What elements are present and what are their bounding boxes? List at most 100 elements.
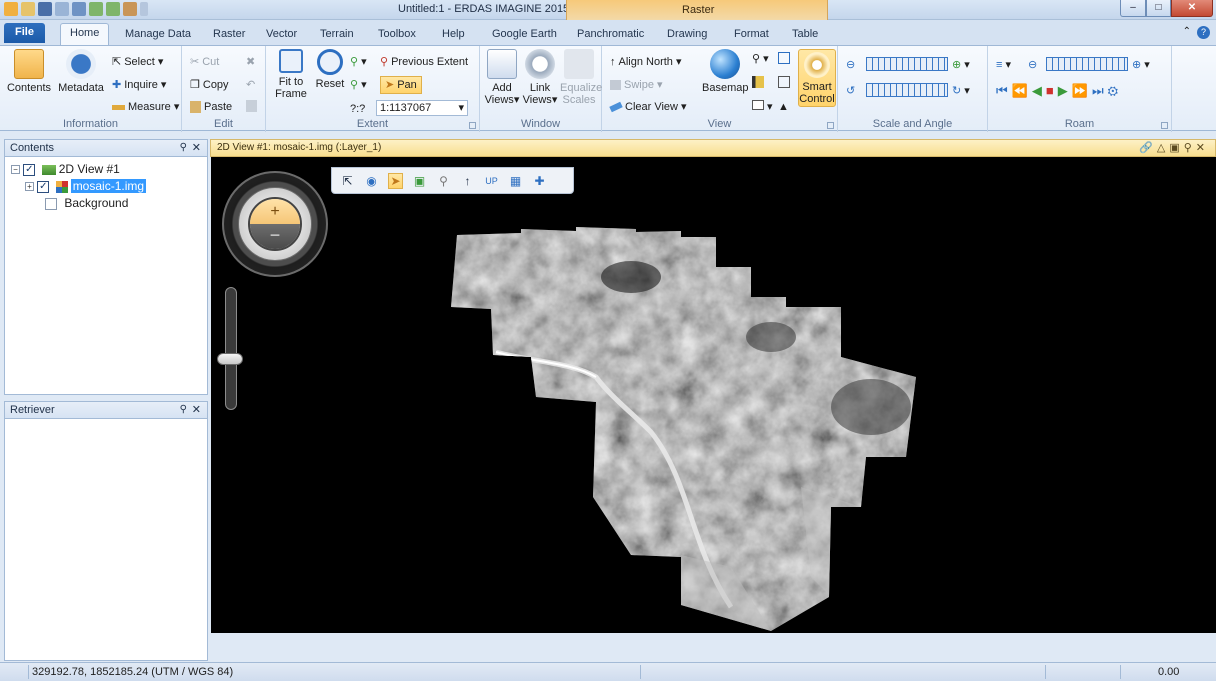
step-forward-icon[interactable]: ⏩: [1072, 83, 1092, 98]
zoom-slider-track[interactable]: [225, 287, 237, 410]
pin-icon[interactable]: ⚲: [180, 140, 187, 156]
collapse-icon[interactable]: −: [11, 165, 20, 175]
layer-checkbox[interactable]: ✓: [37, 180, 50, 193]
rotate-left-button[interactable]: ↺: [846, 84, 855, 98]
warning-icon[interactable]: △: [1157, 142, 1169, 154]
map-canvas[interactable]: [211, 157, 1216, 633]
app-icon[interactable]: [4, 2, 18, 16]
zoom-in-button[interactable]: +: [250, 199, 300, 224]
roam-path-button[interactable]: ≡ ▾: [996, 58, 1011, 72]
layers-icon[interactable]: ▦: [508, 174, 523, 188]
basemap-button[interactable]: Basemap: [702, 49, 748, 94]
inquire-icon[interactable]: ◉: [364, 174, 379, 188]
undo-button[interactable]: ↶: [246, 78, 255, 92]
select-button[interactable]: ⇱ Select ▾: [112, 55, 163, 69]
angle-slider[interactable]: [866, 83, 948, 97]
rotate-right-button[interactable]: ↻ ▾: [952, 84, 970, 98]
zoom-tools-button[interactable]: ⚲ ▾: [752, 52, 769, 66]
tab-drawing[interactable]: Drawing: [667, 25, 707, 45]
tab-manage-data[interactable]: Manage Data: [125, 25, 191, 45]
inquire-tool-icon[interactable]: [72, 2, 86, 16]
tab-toolbox[interactable]: Toolbox: [378, 25, 416, 45]
tab-panchromatic[interactable]: Panchromatic: [577, 25, 644, 45]
tab-raster[interactable]: Raster: [213, 25, 245, 45]
maximize-button[interactable]: □: [1146, 0, 1171, 17]
reset-button[interactable]: Reset: [312, 49, 348, 90]
scale-combobox[interactable]: 1:1137067 ▾: [376, 100, 468, 116]
smart-control-button[interactable]: Smart Control: [798, 49, 836, 107]
go-to-end-icon[interactable]: ⏭: [1092, 83, 1108, 98]
zoom-out-icon[interactable]: [106, 2, 120, 16]
scale-increase-button[interactable]: ⊕ ▾: [952, 58, 970, 72]
cut-button[interactable]: ✂ Cut: [190, 55, 219, 69]
up-arrow-icon[interactable]: UP: [484, 176, 499, 186]
close-button[interactable]: ✕: [1171, 0, 1213, 17]
roam-speed-decrease-button[interactable]: ⊖: [1028, 58, 1037, 72]
align-north-button[interactable]: ↑ Align North ▾: [610, 55, 682, 69]
equalize-scales-button[interactable]: Equalize Scales: [560, 49, 602, 106]
play-forward-icon[interactable]: ▶: [1058, 83, 1072, 98]
tab-terrain[interactable]: Terrain: [320, 25, 354, 45]
tab-vector[interactable]: Vector: [266, 25, 297, 45]
background-checkbox[interactable]: [45, 197, 57, 210]
zoom-out-button[interactable]: −: [250, 224, 300, 249]
select-tool-icon[interactable]: [55, 2, 69, 16]
help-icon[interactable]: ?: [1197, 26, 1210, 39]
roam-speed-slider[interactable]: [1046, 57, 1128, 71]
tab-table[interactable]: Table: [792, 25, 818, 45]
navigation-ring[interactable]: + −: [238, 187, 312, 261]
add-views-button[interactable]: Add Views▾: [484, 49, 520, 106]
link-icon[interactable]: 🔗: [1139, 142, 1157, 154]
pin-icon[interactable]: ⚲: [1184, 142, 1196, 154]
layer-tools-button[interactable]: [752, 76, 764, 92]
tab-home[interactable]: Home: [60, 23, 110, 45]
roam-dialog-launcher[interactable]: [1161, 122, 1168, 129]
tab-format[interactable]: Format: [734, 25, 769, 45]
pan-hand-icon[interactable]: ➤: [388, 172, 403, 189]
customize-qat-icon[interactable]: [140, 2, 148, 16]
paste-button[interactable]: Paste: [190, 100, 232, 114]
zoom-box-icon[interactable]: ▣: [412, 174, 427, 188]
go-to-start-icon[interactable]: ⏮: [996, 83, 1012, 98]
navigation-wheel[interactable]: + −: [222, 171, 328, 277]
roam-speed-increase-button[interactable]: ⊕ ▾: [1132, 58, 1150, 72]
pan-icon[interactable]: [123, 2, 137, 16]
minimize-ribbon-icon[interactable]: ⌃: [1183, 26, 1191, 39]
stop-icon[interactable]: ■: [1046, 83, 1058, 98]
tab-google-earth[interactable]: Google Earth: [492, 25, 557, 45]
tab-file[interactable]: File: [4, 23, 45, 43]
pin-icon[interactable]: ⚲: [180, 402, 187, 418]
delete-button[interactable]: ✖: [246, 55, 255, 69]
close-view-icon[interactable]: ✕: [1196, 142, 1209, 154]
north-arrow-icon[interactable]: ↑: [460, 174, 475, 188]
view-dialog-launcher[interactable]: [827, 122, 834, 129]
inquire-box-button[interactable]: [778, 52, 790, 68]
close-panel-icon[interactable]: ✕: [192, 140, 201, 156]
zoom-in-icon[interactable]: [89, 2, 103, 16]
metadata-button[interactable]: Metadata: [58, 49, 104, 94]
copy-button[interactable]: ❐ Copy: [190, 78, 229, 92]
measure-button[interactable]: Measure ▾: [112, 100, 179, 114]
swipe-button[interactable]: Swipe ▾: [610, 78, 663, 92]
open-icon[interactable]: [21, 2, 35, 16]
select-arrow-icon[interactable]: ⇱: [340, 174, 355, 188]
sun-angle-button[interactable]: ▲: [778, 100, 789, 114]
zoom-slider-thumb[interactable]: [217, 353, 243, 365]
scale-decrease-button[interactable]: ⊖: [846, 58, 855, 72]
scale-slider[interactable]: [866, 57, 948, 71]
previous-extent-button[interactable]: ⚲ Previous Extent: [380, 55, 468, 69]
expand-icon[interactable]: +: [25, 182, 34, 192]
zoom-out-button[interactable]: ⚲ ▾: [350, 78, 367, 92]
view-box-button[interactable]: [778, 76, 790, 92]
zoom-icon[interactable]: ⚲: [436, 174, 451, 188]
minimize-button[interactable]: –: [1120, 0, 1146, 17]
save-icon[interactable]: [38, 2, 52, 16]
step-back-icon[interactable]: ⏪: [1012, 83, 1032, 98]
extent-dialog-launcher[interactable]: [469, 122, 476, 129]
clear-view-button[interactable]: Clear View ▾: [609, 100, 687, 114]
tree-item-2d-view[interactable]: − ✓ 2D View #1: [11, 161, 120, 177]
pan-button[interactable]: ➤ Pan: [380, 76, 422, 95]
view-checkbox[interactable]: ✓: [23, 163, 36, 176]
fit-to-frame-button[interactable]: Fit to Frame: [272, 49, 310, 100]
play-backward-icon[interactable]: ◀: [1032, 83, 1046, 98]
